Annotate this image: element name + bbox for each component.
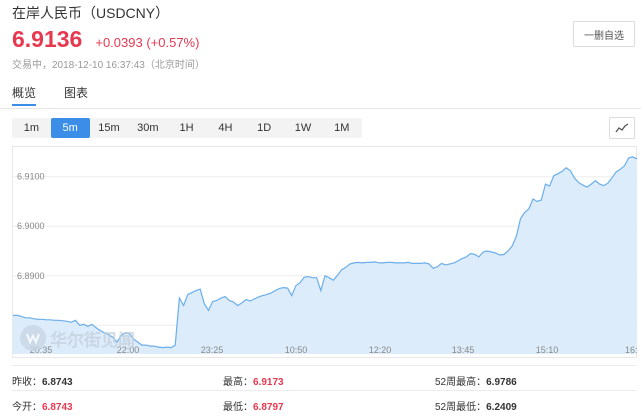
stat-label: 今开：: [12, 402, 42, 413]
watermark-text: 华尔街见闻: [50, 330, 135, 350]
period-4h[interactable]: 4H: [206, 118, 245, 138]
y-tick-label: 6.9100: [17, 172, 45, 182]
view-tabs: 概览 图表: [12, 84, 116, 106]
period-30m[interactable]: 30m: [128, 118, 167, 138]
stat-label: 最低：: [223, 402, 253, 413]
stat-label: 昨收：: [12, 377, 42, 388]
stat-high: 最高：6.9173: [223, 373, 284, 388]
period-15m[interactable]: 15m: [90, 118, 129, 138]
x-tick-label: 13:45: [452, 345, 475, 355]
line-chart-icon: [615, 123, 629, 133]
trading-status: 交易中，2018-12-10 16:37:43（北京时间）: [12, 60, 205, 71]
stats-divider: [12, 365, 637, 366]
stat-52w-low: 52周最低：6.2409: [435, 398, 517, 413]
watermark: 华尔街见闻: [20, 325, 135, 351]
page-title: 在岸人民币（USDCNY）: [12, 5, 170, 21]
x-tick-label: 16:3: [625, 345, 638, 355]
wallstreetcn-logo-icon: [20, 325, 46, 351]
stat-open: 今开：6.8743: [12, 398, 73, 413]
stat-value: 6.9786: [486, 377, 517, 388]
x-tick-label: 12:20: [369, 345, 392, 355]
period-1m[interactable]: 1m: [12, 118, 51, 138]
stat-value: 6.8797: [253, 402, 284, 413]
y-tick-label: 6.8900: [17, 271, 45, 281]
stat-value: 6.2409: [486, 402, 517, 413]
tabs-divider: [0, 108, 641, 109]
period-selector: 1m 5m 15m 30m 1H 4H 1D 1W 1M: [12, 118, 362, 138]
stat-52w-high: 52周最高：6.9786: [435, 373, 517, 388]
stats-divider: [12, 390, 637, 391]
x-tick-label: 23:25: [201, 345, 224, 355]
period-1d[interactable]: 1D: [245, 118, 284, 138]
stat-label: 52周最高：: [435, 377, 487, 388]
remove-watchlist-button[interactable]: 一删自选: [573, 21, 635, 47]
stat-value: 6.8743: [42, 402, 73, 413]
chart-type-button[interactable]: [609, 117, 635, 139]
y-tick-label: 6.9000: [17, 221, 45, 231]
price-row: 6.9136 +0.0393 (+0.57%): [12, 26, 199, 56]
stat-label: 52周最低：: [435, 402, 487, 413]
period-1mo[interactable]: 1M: [322, 118, 361, 138]
x-tick-label: 15:10: [536, 345, 559, 355]
price-change: +0.0393 (+0.57%): [95, 35, 200, 50]
x-tick-label: 10:50: [285, 345, 308, 355]
stat-prev-close: 昨收：6.8743: [12, 373, 73, 388]
period-5m[interactable]: 5m: [50, 118, 90, 138]
period-1w[interactable]: 1W: [284, 118, 323, 138]
stat-label: 最高：: [223, 377, 253, 388]
tab-overview[interactable]: 概览: [12, 84, 37, 106]
current-price: 6.9136: [12, 26, 83, 52]
tab-chart[interactable]: 图表: [64, 84, 88, 106]
stat-value: 6.8743: [42, 377, 73, 388]
stat-low: 最低：6.8797: [223, 398, 284, 413]
period-1h[interactable]: 1H: [167, 118, 206, 138]
stat-value: 6.9173: [253, 377, 284, 388]
